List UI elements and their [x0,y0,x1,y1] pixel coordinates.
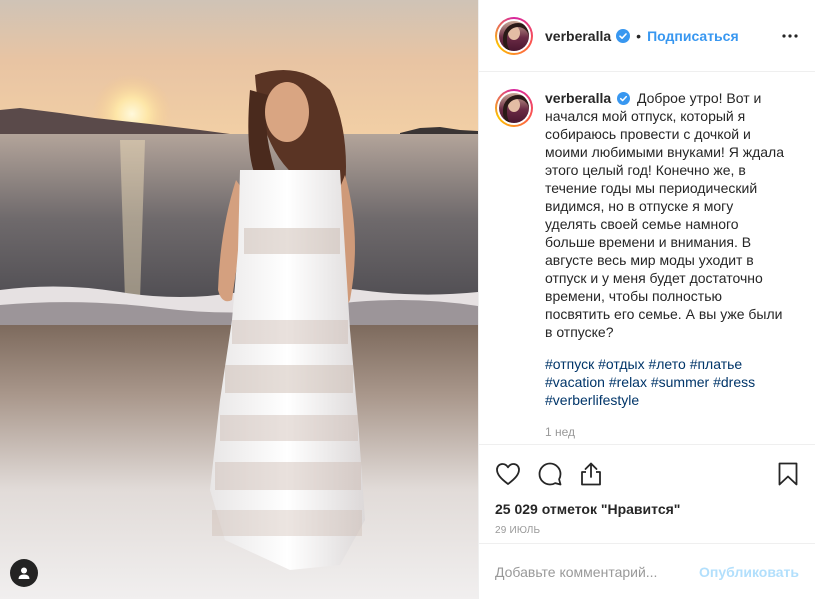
post-photo[interactable] [0,0,478,599]
caption-text: Доброе утро! Вот и начался мой отпуск, к… [545,90,784,340]
comment-input[interactable] [495,563,700,580]
verified-badge-icon [616,28,631,43]
username-link[interactable]: verberalla [545,28,611,44]
post-actions: 25 029 отметок "Нравится" 29 июль [479,444,815,536]
bookmark-icon[interactable] [777,461,799,487]
post-header: verberalla • Подписаться [479,0,815,72]
hashtag-list: #отпуск #отдых #лето #платье #vacation #… [545,355,785,409]
post-side-panel: verberalla • Подписаться verberalla Добр… [478,0,815,599]
add-comment-form: Опубликовать [479,543,815,599]
caption-avatar[interactable] [495,89,533,127]
share-icon[interactable] [579,461,603,487]
comments-section[interactable]: verberalla Доброе утро! Вот и начался мо… [479,73,815,443]
hashtag-link[interactable]: #summer [651,374,709,390]
hashtag-link[interactable]: #dress [713,374,755,390]
hashtag-link[interactable]: #платье [690,356,743,372]
person-icon [18,567,30,579]
hashtag-link[interactable]: #relax [609,374,647,390]
user-tag-icon[interactable] [10,559,38,587]
comment-bubble-icon[interactable] [537,461,563,487]
instagram-post: verberalla • Подписаться verberalla Добр… [0,0,815,599]
avatar[interactable] [495,16,533,55]
hashtag-link[interactable]: #verberlifestyle [545,392,639,408]
hashtag-link[interactable]: #отдых [598,356,644,372]
caption-username-link[interactable]: verberalla [545,90,611,106]
heart-icon[interactable] [495,462,521,486]
post-date: 29 июль [495,525,541,536]
follow-button[interactable]: Подписаться [647,28,739,44]
caption-comment: verberalla Доброе утро! Вот и начался мо… [495,89,797,441]
likes-count[interactable]: 25 029 отметок "Нравится" [495,501,799,517]
hashtag-link[interactable]: #отпуск [545,356,594,372]
hashtag-link[interactable]: #vacation [545,374,605,390]
separator-dot: • [636,27,642,44]
verified-badge-icon [617,92,631,105]
caption-timestamp: 1 нед [545,425,576,439]
beach-sunset-photo [0,0,478,599]
hashtag-link[interactable]: #лето [648,356,685,372]
more-options-icon[interactable] [781,33,799,39]
post-comment-button[interactable]: Опубликовать [699,564,799,580]
